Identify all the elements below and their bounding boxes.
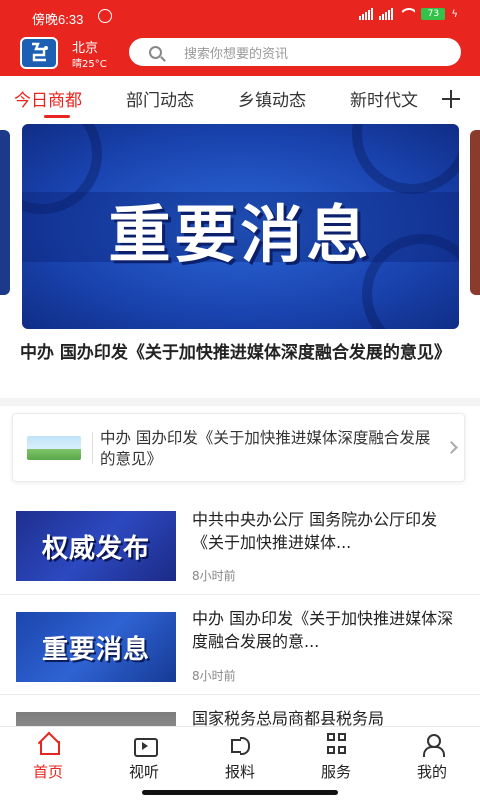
list-divider	[0, 694, 480, 695]
news-title: 中办 国办印发《关于加快推进媒体深度融合发展的意...	[192, 609, 454, 651]
search-bar[interactable]: 搜索你想要的资讯	[129, 38, 461, 66]
home-icon	[37, 733, 60, 755]
news-thumbnail: 重要消息	[16, 612, 176, 682]
charging-icon: ϟ	[451, 8, 458, 20]
nav-profile[interactable]: 我的	[402, 733, 462, 782]
banner-title: 重要消息	[108, 198, 373, 271]
tab-department-news[interactable]: 部门动态	[126, 86, 194, 111]
tab-today-shangdu[interactable]: 今日商都	[14, 86, 82, 111]
section-divider	[0, 398, 480, 406]
speaker-icon	[229, 733, 251, 755]
app-screen: 傍晚6:33 73 ϟ 北京 晴25°C 搜索你想要的资讯 今日商都 部门动态	[0, 0, 480, 800]
logo-mark-icon	[32, 42, 48, 62]
search-placeholder: 搜索你想要的资讯	[184, 46, 289, 62]
status-time: 傍晚6:33	[32, 12, 84, 27]
grid-icon	[326, 733, 346, 755]
tv-icon	[133, 733, 158, 757]
link-card-text: 中办 国办印发《关于加快推进媒体深度融合发展的意见》	[100, 429, 431, 468]
news-title: 中共中央办公厅 国务院办公厅印发《关于加快推进媒体...	[192, 510, 438, 552]
header: 傍晚6:33 73 ϟ 北京 晴25°C 搜索你想要的资讯	[0, 0, 480, 76]
list-divider	[0, 594, 480, 595]
tab-new-era[interactable]: 新时代文	[350, 86, 418, 111]
weather-label: 晴25°C	[72, 59, 107, 70]
signal-icon-2	[379, 8, 394, 20]
category-tabs: 今日商都 部门动态 乡镇动态 新时代文	[0, 76, 480, 120]
nav-services[interactable]: 服务	[306, 733, 366, 782]
city-label[interactable]: 北京	[72, 37, 98, 56]
nav-label: 我的	[416, 763, 447, 781]
status-indicators: 73 ϟ	[359, 8, 458, 20]
carousel-prev-slide[interactable]	[0, 130, 10, 295]
wifi-icon	[399, 8, 415, 20]
news-time: 8小时前	[192, 569, 236, 583]
signal-icon	[359, 8, 374, 20]
app-logo[interactable]	[20, 37, 58, 69]
nav-label: 服务	[320, 763, 351, 781]
user-icon	[421, 733, 445, 757]
status-bar: 傍晚6:33 73 ϟ	[0, 0, 480, 32]
nav-report[interactable]: 报料	[210, 733, 270, 782]
nav-label: 首页	[32, 763, 63, 781]
bottom-navigation: 首页 视听 报料 服务 我的	[0, 726, 480, 800]
news-item[interactable]: 权威发布 中共中央办公厅 国务院办公厅印发《关于加快推进媒体... 8小时前	[0, 497, 480, 594]
news-time: 8小时前	[192, 669, 236, 683]
news-item[interactable]: 重要消息 中办 国办印发《关于加快推进媒体深度融合发展的意... 8小时前	[0, 596, 480, 693]
carousel-next-slide[interactable]	[470, 130, 480, 295]
add-tab-plus-icon[interactable]	[440, 88, 462, 110]
nav-video[interactable]: 视听	[114, 733, 174, 782]
card-divider	[92, 432, 93, 464]
search-icon	[149, 45, 162, 59]
carousel-banner[interactable]: 重要消息	[22, 124, 459, 329]
nav-label: 视听	[128, 763, 159, 781]
tab-township-news[interactable]: 乡镇动态	[238, 86, 306, 111]
home-indicator[interactable]	[142, 790, 338, 795]
alarm-icon	[98, 9, 112, 23]
active-tab-indicator	[44, 115, 70, 118]
link-card[interactable]: 中办 国办印发《关于加快推进媒体深度融合发展的意见》	[12, 413, 465, 482]
news-thumbnail: 权威发布	[16, 511, 176, 581]
image-placeholder-icon	[27, 436, 81, 460]
carousel-headline[interactable]: 中办 国办印发《关于加快推进媒体深度融合发展的意见》	[20, 340, 465, 366]
nav-label: 报料	[224, 763, 255, 781]
chevron-right-icon	[445, 441, 458, 454]
battery-icon: 73	[421, 8, 446, 20]
nav-home[interactable]: 首页	[18, 733, 78, 782]
